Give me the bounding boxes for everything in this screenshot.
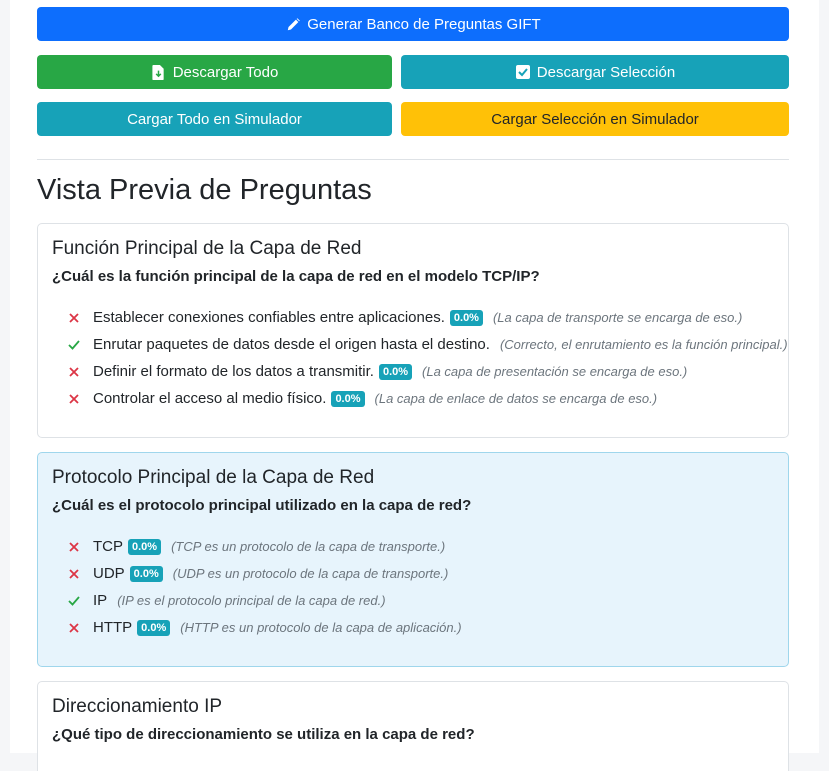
question-card: Direccionamiento IP ¿Qué tipo de direcci…: [37, 681, 789, 771]
x-icon: [66, 620, 82, 636]
option-text: Enrutar paquetes de datos desde el orige…: [93, 336, 490, 353]
generate-gift-label: Generar Banco de Preguntas GIFT: [307, 15, 541, 33]
options-list: TCP 0.0% (TCP es un protocolo de la capa…: [66, 533, 462, 641]
option-feedback: (UDP es un protocolo de la capa de trans…: [172, 566, 449, 581]
option-text: UDP: [93, 565, 125, 582]
check-square-icon: [515, 64, 531, 80]
weight-badge: 0.0%: [129, 565, 163, 582]
x-icon: [66, 364, 82, 380]
option-item: UDP 0.0% (UDP es un protocolo de la capa…: [66, 560, 462, 587]
file-download-icon: [151, 64, 167, 80]
download-all-button[interactable]: Descargar Todo: [37, 55, 392, 89]
question-card: Función Principal de la Capa de Red ¿Cuá…: [37, 223, 789, 438]
question-card-selected[interactable]: Protocolo Principal de la Capa de Red ¿C…: [37, 452, 789, 667]
question-text: ¿Qué tipo de direccionamiento se utiliza…: [52, 726, 475, 743]
option-feedback: (IP es el protocolo principal de la capa…: [117, 593, 386, 608]
x-icon: [66, 391, 82, 407]
download-all-label: Descargar Todo: [172, 63, 279, 81]
option-text: Controlar el acceso al medio físico.: [93, 390, 327, 407]
load-selection-simulator-button[interactable]: Cargar Selección en Simulador: [401, 102, 789, 136]
weight-badge: 0.0%: [378, 363, 413, 380]
option-item: IP (IP es el protocolo principal de la c…: [66, 587, 462, 614]
option-feedback: (HTTP es un protocolo de la capa de apli…: [180, 620, 462, 635]
download-selection-label: Descargar Selección: [536, 63, 676, 81]
option-text: IP: [93, 592, 108, 609]
weight-badge: 0.0%: [128, 538, 162, 555]
option-item: Establecer conexiones confiables entre a…: [66, 304, 788, 331]
option-text: HTTP: [93, 619, 133, 636]
option-item: Controlar el acceso al medio físico. 0.0…: [66, 385, 788, 412]
x-icon: [66, 566, 82, 582]
load-all-simulator-button[interactable]: Cargar Todo en Simulador: [37, 102, 392, 136]
option-text: TCP: [93, 538, 123, 555]
check-icon: [66, 593, 82, 609]
option-text: Establecer conexiones confiables entre a…: [93, 309, 445, 326]
x-icon: [66, 539, 82, 555]
option-item: Enrutar paquetes de datos desde el orige…: [66, 331, 788, 358]
option-feedback: (La capa de transporte se encarga de eso…: [492, 310, 743, 325]
load-all-simulator-label: Cargar Todo en Simulador: [127, 110, 302, 128]
question-title: Direccionamiento IP: [52, 696, 223, 717]
option-item: Definir el formato de los datos a transm…: [66, 358, 788, 385]
weight-badge: 0.0%: [449, 309, 483, 326]
weight-badge: 0.0%: [331, 390, 365, 407]
preview-title: Vista Previa de Preguntas: [37, 174, 372, 206]
divider: [37, 159, 789, 160]
generate-gift-button[interactable]: Generar Banco de Preguntas GIFT: [37, 7, 789, 41]
x-icon: [66, 310, 82, 326]
load-selection-simulator-label: Cargar Selección en Simulador: [491, 110, 699, 128]
option-feedback: (Correcto, el enrutamiento es la función…: [499, 337, 788, 352]
option-feedback: (La capa de presentación se encarga de e…: [422, 364, 688, 379]
question-title: Función Principal de la Capa de Red: [52, 238, 362, 259]
pencil-icon: [285, 16, 301, 32]
question-text: ¿Cuál es la función principal de la capa…: [52, 268, 540, 285]
option-text: Definir el formato de los datos a transm…: [93, 363, 374, 380]
page: Generar Banco de Preguntas GIFT Descarga…: [10, 0, 819, 771]
option-item: HTTP 0.0% (HTTP es un protocolo de la ca…: [66, 614, 462, 641]
option-feedback: (TCP es un protocolo de la capa de trans…: [171, 539, 446, 554]
option-item: TCP 0.0% (TCP es un protocolo de la capa…: [66, 533, 462, 560]
question-text: ¿Cuál es el protocolo principal utilizad…: [52, 497, 472, 514]
option-feedback: (La capa de enlace de datos se encarga d…: [374, 391, 658, 406]
weight-badge: 0.0%: [137, 619, 171, 636]
question-title: Protocolo Principal de la Capa de Red: [52, 467, 375, 488]
download-selection-button[interactable]: Descargar Selección: [401, 55, 789, 89]
options-list: Establecer conexiones confiables entre a…: [66, 304, 788, 412]
check-icon: [66, 337, 82, 353]
